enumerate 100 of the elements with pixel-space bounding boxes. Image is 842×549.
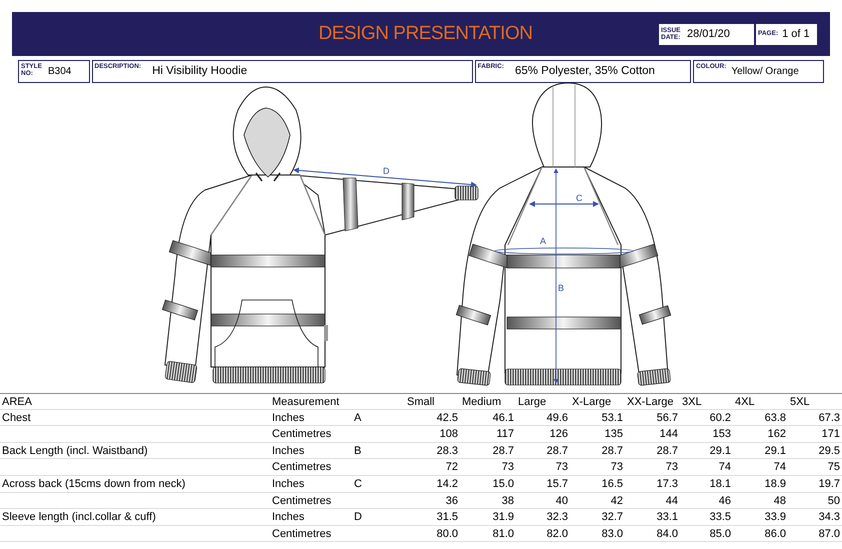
table-cell: 33.1	[656, 511, 678, 524]
table-cell: 31.5	[436, 511, 458, 524]
table-cell: 46	[718, 494, 731, 507]
table-cell: 85.0	[710, 528, 731, 540]
table-cell: 74	[718, 461, 731, 474]
table-cell: 74	[774, 461, 786, 474]
page-title: DESIGN PRESENTATION	[318, 22, 533, 46]
column-header: X-Large	[572, 396, 612, 408]
column-header: Small	[407, 396, 435, 408]
table-cell: 19.7	[818, 478, 840, 490]
table-cell: 17.3	[656, 478, 678, 490]
column-header: Large	[518, 396, 546, 408]
table-cell: Centimetres	[272, 528, 332, 540]
table-cell: 44	[666, 494, 678, 507]
column-header: 3XL	[682, 396, 702, 408]
table-cell: 81.0	[492, 528, 514, 540]
issue-date-value: 28/01/20	[687, 26, 730, 42]
table-cell: 87.0	[818, 528, 840, 540]
table-cell: 28.7	[602, 444, 623, 457]
field-value: Yellow/ Orange	[731, 65, 799, 79]
table-cell: Inches	[272, 412, 304, 424]
table-cell: 50	[828, 494, 840, 507]
table-cell: 53.1	[602, 412, 623, 424]
table-cell: A	[354, 412, 362, 424]
table-cell: 84.0	[656, 528, 678, 540]
table-cell: 32.3	[546, 511, 568, 524]
column-header: Measurement	[272, 396, 340, 408]
table-cell: 36	[446, 494, 458, 507]
table-cell: 73	[610, 461, 623, 474]
table-cell: 16.5	[602, 478, 623, 490]
table-cell: Centimetres	[272, 494, 332, 507]
table-cell: D	[354, 511, 362, 524]
table-cell: 34.3	[818, 511, 840, 524]
column-header: 4XL	[735, 396, 755, 408]
field-value: Hi Visibility Hoodie	[152, 64, 248, 79]
table-cell: 80.0	[436, 528, 458, 540]
table-cell: 33.5	[710, 511, 731, 524]
table-cell: Sleeve length (incl.collar & cuff)	[2, 511, 156, 524]
table-cell: Across back (15cms down from neck)	[2, 478, 186, 490]
table-cell: 42.5	[436, 412, 458, 424]
table-cell: Chest	[2, 412, 31, 424]
measurement-label: B	[558, 283, 564, 293]
table-cell: 29.1	[710, 444, 731, 457]
table-cell: 135	[604, 428, 623, 440]
table-cell: Centimetres	[272, 461, 332, 474]
table-cell: 14.2	[436, 478, 458, 490]
table-cell: 46.1	[492, 412, 514, 424]
table-cell: 82.0	[546, 528, 568, 540]
field-value: B304	[48, 65, 72, 79]
table-cell: 28.7	[546, 444, 568, 457]
column-header: XX-Large	[627, 396, 674, 408]
table-cell: 72	[446, 461, 458, 474]
table-cell: 32.7	[602, 511, 623, 524]
table-cell: 126	[550, 428, 568, 440]
table-cell: 31.9	[492, 511, 514, 524]
measurement-label: A	[540, 236, 546, 246]
table-cell: 28.7	[656, 444, 678, 457]
table-cell: Inches	[272, 478, 304, 490]
table-cell: 18.1	[710, 478, 731, 490]
table-cell: 108	[440, 428, 458, 440]
table-cell: 63.8	[764, 412, 786, 424]
table-cell: 153	[712, 428, 731, 440]
table-cell: 117	[496, 428, 514, 440]
table-cell: 83.0	[602, 528, 623, 540]
table-cell: 75	[828, 461, 840, 474]
table-cell: B	[354, 444, 362, 457]
table-cell: 86.0	[764, 528, 786, 540]
page-number: 1 of 1	[782, 26, 810, 42]
table-cell: 38	[502, 494, 514, 507]
table-cell: 73	[502, 461, 514, 474]
table-cell: 15.7	[546, 478, 568, 490]
table-cell: 144	[660, 428, 678, 440]
table-cell: 28.3	[436, 444, 458, 457]
table-cell: Back Length (incl. Waistband)	[2, 444, 148, 457]
table-cell: 29.5	[818, 444, 840, 457]
table-cell: 162	[768, 428, 786, 440]
table-cell: 49.6	[546, 412, 568, 424]
table-cell: 28.7	[492, 444, 514, 457]
column-header: AREA	[2, 396, 32, 408]
table-cell: Inches	[272, 511, 304, 524]
table-cell: Inches	[272, 444, 304, 457]
table-cell: 73	[556, 461, 568, 474]
table-cell: 18.9	[764, 478, 786, 490]
table-cell: 42	[610, 494, 623, 507]
field-value: 65% Polyester, 35% Cotton	[514, 64, 655, 79]
table-cell: 15.0	[492, 478, 514, 490]
table-cell: 67.3	[818, 412, 840, 424]
measurement-label: D	[383, 166, 390, 176]
table-cell: 60.2	[710, 412, 731, 424]
table-cell: 73	[666, 461, 678, 474]
table-cell: 40	[556, 494, 568, 507]
table-cell: 56.7	[656, 412, 678, 424]
column-header: 5XL	[790, 396, 810, 408]
column-header: Medium	[462, 396, 502, 408]
table-cell: Centimetres	[272, 428, 332, 440]
table-cell: C	[354, 478, 362, 490]
table-cell: 33.9	[764, 511, 786, 524]
table-cell: 171	[822, 428, 840, 440]
table-cell: 29.1	[764, 444, 786, 457]
measurement-label: C	[576, 193, 582, 203]
